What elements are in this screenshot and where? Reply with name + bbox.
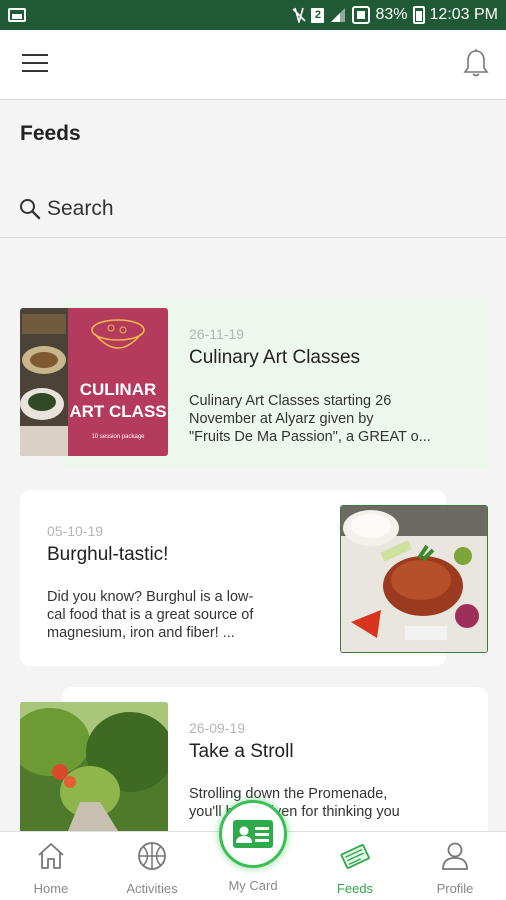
feed-date: 26-09-19 [189,720,246,736]
feed-description: Culinary Art Classes starting 26 Novembe… [189,392,479,446]
status-bar: 2 83% 12:03 PM [0,0,506,30]
signal-icon [331,8,346,22]
feed-date: 26-11-19 [189,326,245,342]
sim-icon: 2 [311,7,325,23]
feed-description: Did you know? Burghul is a low- cal food… [47,588,317,642]
description-line: November at Alyarz given by [189,411,374,427]
feed-image[interactable] [20,702,168,832]
clock: 12:03 PM [429,6,498,23]
nav-activities[interactable]: Activities [107,840,197,896]
description-line: Strolling down the Promenade, [189,786,388,802]
person-icon [442,842,468,870]
hamburger-icon-bar [22,62,48,64]
home-icon [38,843,64,869]
description-line: Culinary Art Classes starting 26 [189,393,392,409]
nav-label: Home [33,881,69,896]
description-line: "Fruits De Ma Passion", a GREAT o... [189,429,431,445]
feed-list: 26-11-19 Culinary Art Classes Culinary A… [0,239,506,832]
hamburger-icon-bar [22,54,48,56]
battery-saver-icon [352,6,371,24]
description-line: cal food that is a great source of [47,607,254,623]
poster-panel: CULINAR ART CLASS 10 session package [68,308,168,456]
feed-title: Take a Stroll [189,741,294,762]
wifi-off-icon [292,7,307,23]
poster-title-line: ART CLASS [69,402,167,421]
my-card-button[interactable] [219,800,287,868]
search-bar[interactable]: Search [0,180,506,238]
burghul-dish-photo [341,506,487,652]
bowl-drawing-icon [91,319,145,349]
basketball-icon [138,842,166,870]
notification-bell-icon[interactable] [462,48,490,78]
search-label: Search [47,196,114,220]
garden-path-photo [20,702,168,832]
poster-title-line: CULINAR [79,380,157,399]
feed-image[interactable]: CULINAR ART CLASS 10 session package [20,308,168,456]
description-line: Did you know? Burghul is a low- [47,589,254,605]
id-card-icon [233,820,273,848]
hamburger-icon-bar [22,70,48,72]
nav-feeds[interactable]: Feeds [310,840,400,896]
description-line: magnesium, iron and fiber! ... [47,625,235,641]
battery-percent: 83% [375,6,408,23]
feed-image[interactable] [340,505,488,653]
nav-home[interactable]: Home [6,840,96,896]
nav-label: Feeds [336,881,374,896]
search-icon [20,198,41,219]
battery-icon [412,6,425,24]
feed-title: Burghul-tastic! [47,544,169,565]
gallery-notification-icon [8,8,26,22]
feed-date: 05-10-19 [47,523,104,539]
nav-my-card[interactable]: My Card [208,878,298,893]
app-bar [0,30,506,100]
menu-button[interactable] [22,54,48,74]
nav-label: Profile [436,881,474,896]
page-title: Feeds [20,122,81,145]
nav-label: Activities [126,881,178,896]
nav-profile[interactable]: Profile [410,840,500,896]
poster-caption: 10 session package [91,434,145,440]
newspaper-icon [340,844,370,869]
nav-label: My Card [228,878,278,893]
feed-title: Culinary Art Classes [189,347,361,368]
